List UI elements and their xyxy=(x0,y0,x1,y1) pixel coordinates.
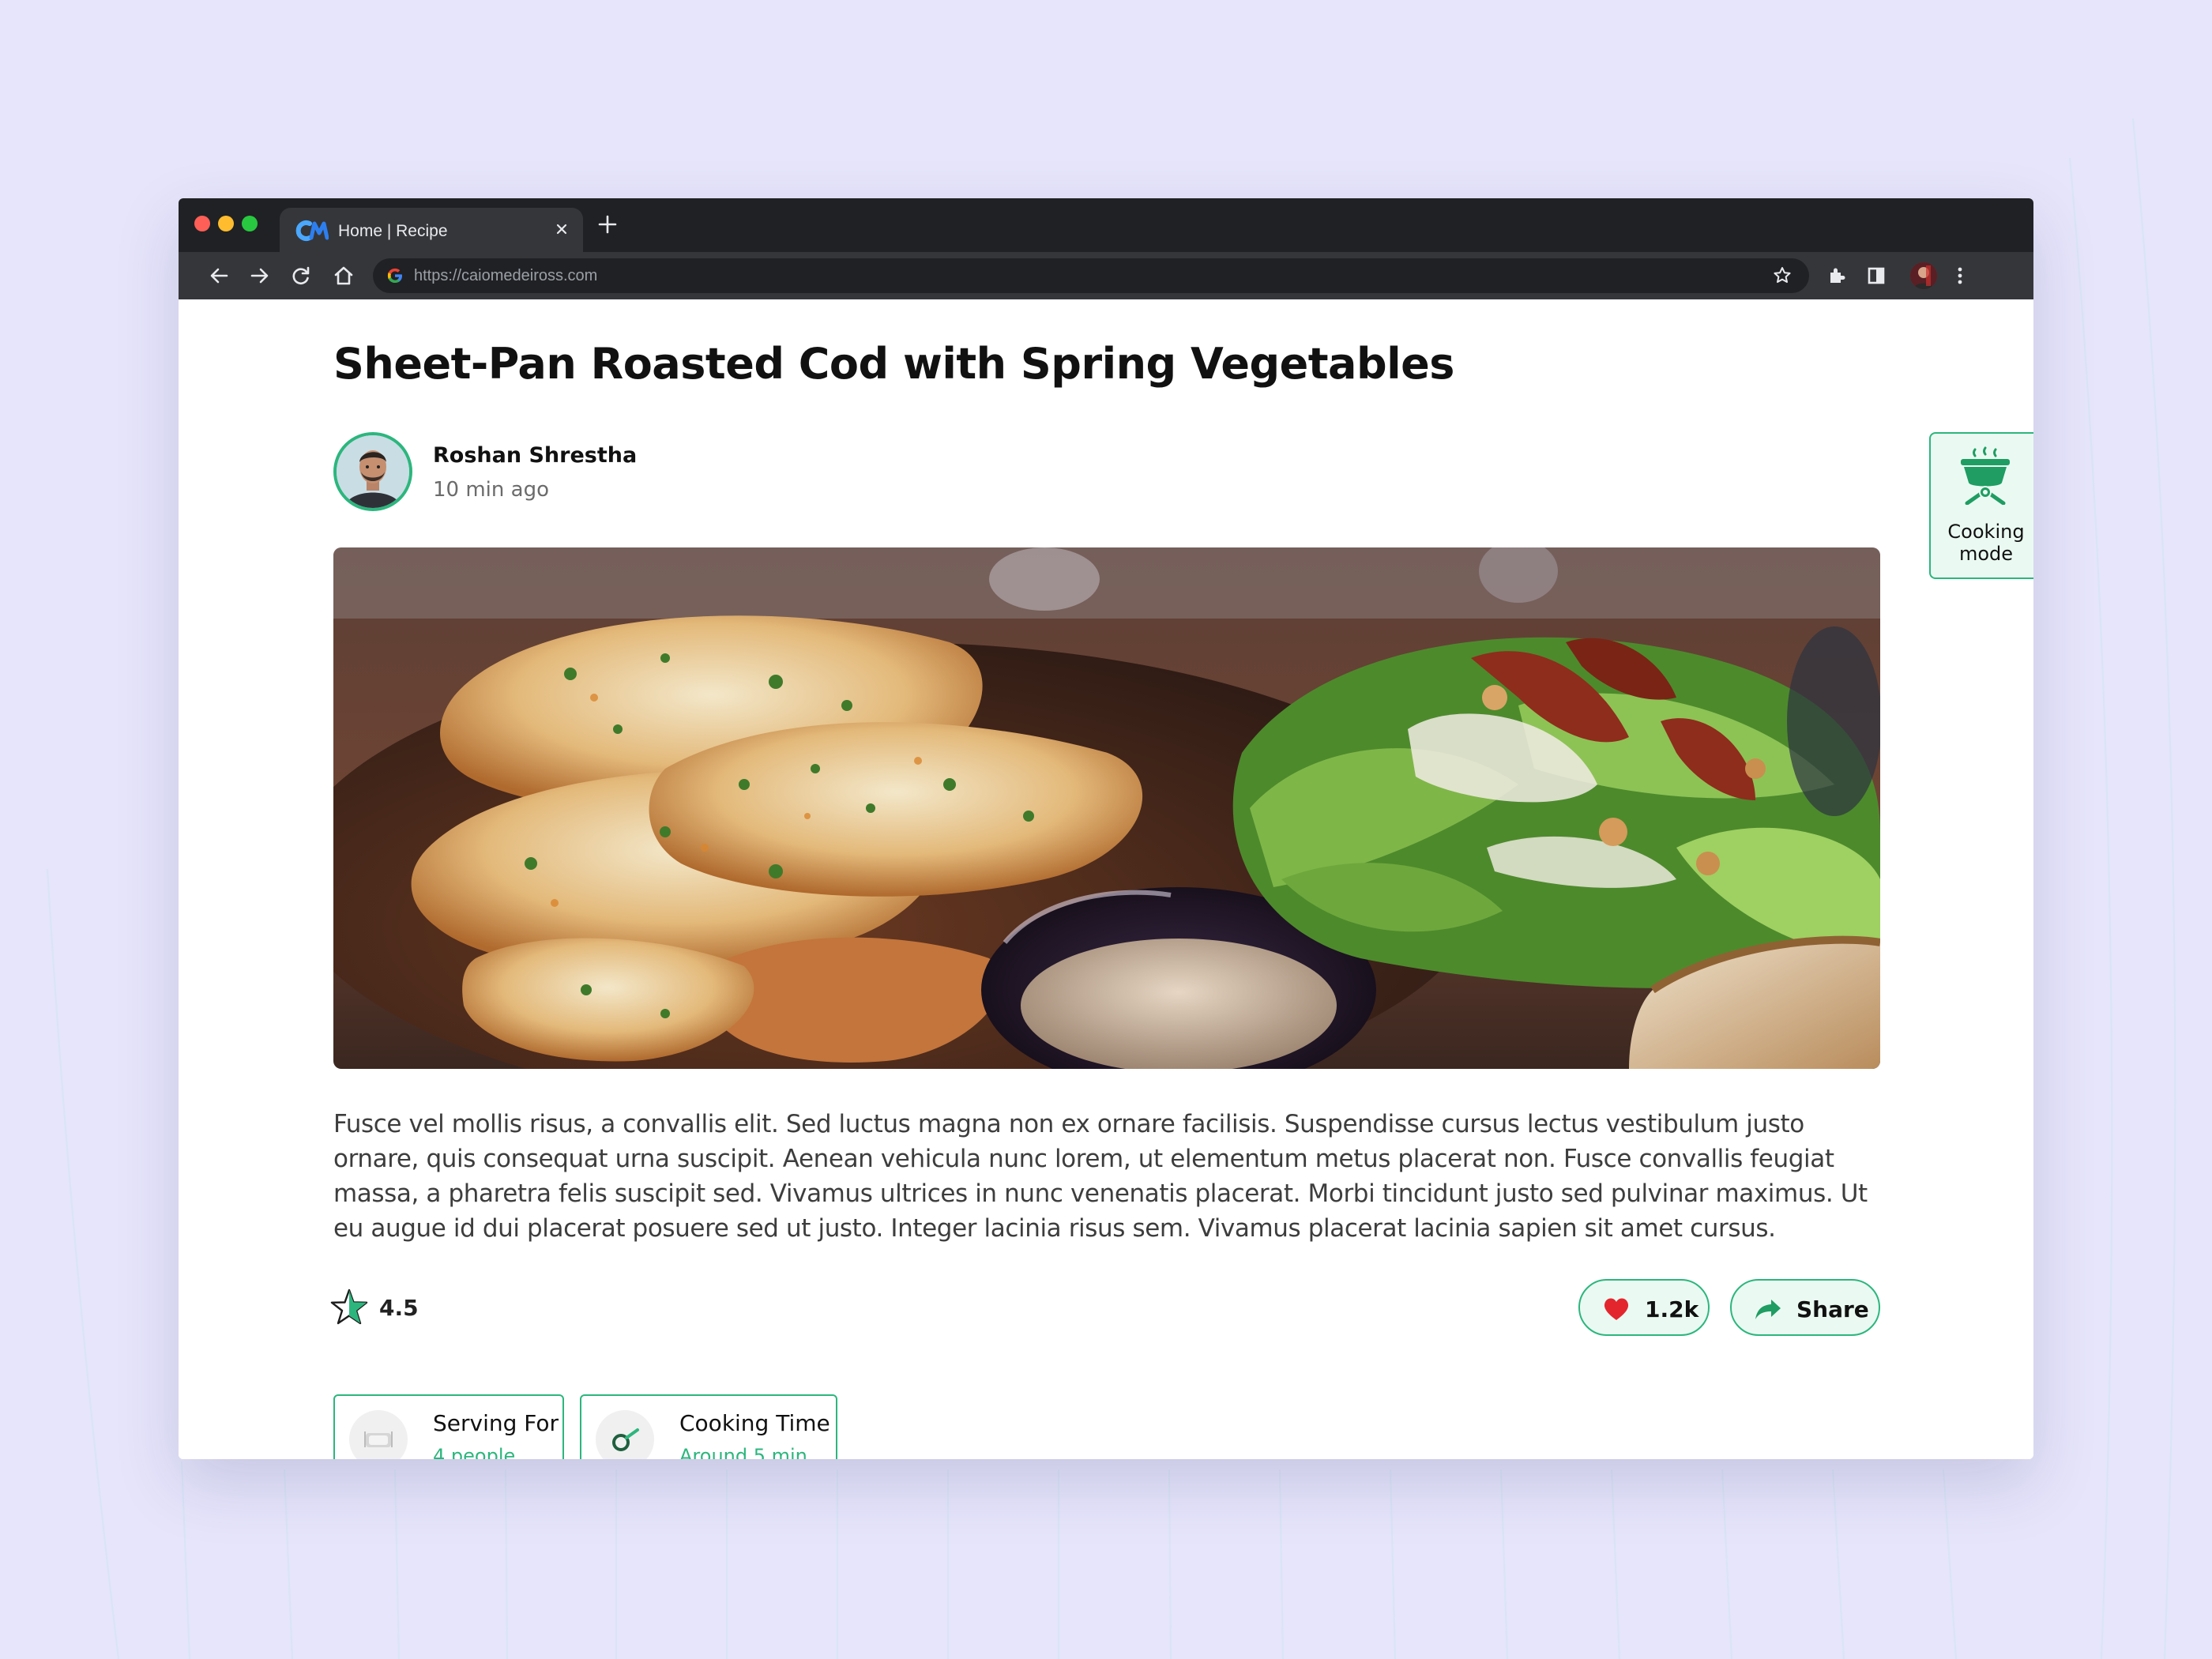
pan-icon xyxy=(612,1428,639,1451)
forward-arrow-icon[interactable] xyxy=(248,264,272,288)
address-bar[interactable]: https://caiomedeiross.com xyxy=(373,258,1809,293)
tab-bar: Home | Recipe xyxy=(179,198,2033,254)
share-button[interactable]: Share xyxy=(1730,1279,1880,1336)
extensions-icon[interactable] xyxy=(1825,264,1849,288)
share-label: Share xyxy=(1796,1296,1869,1322)
author-avatar[interactable] xyxy=(333,432,412,511)
kebab-menu-icon[interactable] xyxy=(1948,264,1972,288)
browser-window: Home | Recipe https://caiomedeiross.com … xyxy=(179,198,2033,1459)
cooking-time-card: Cooking Time Around 5 min xyxy=(580,1394,837,1459)
cooking-mode-button[interactable]: Cooking mode xyxy=(1929,432,2033,579)
maximize-window-button[interactable] xyxy=(242,216,258,231)
serving-value: 4 people xyxy=(433,1445,516,1459)
like-count: 1.2k xyxy=(1645,1296,1699,1322)
cooking-time-label: Cooking Time xyxy=(679,1410,830,1436)
close-icon[interactable] xyxy=(553,220,570,238)
google-icon xyxy=(387,268,402,283)
profile-avatar[interactable] xyxy=(1910,262,1937,289)
recipe-hero-image xyxy=(333,547,1880,1069)
plate-icon xyxy=(364,1431,393,1447)
site-logo-icon xyxy=(295,220,329,241)
tab-home-recipe[interactable]: Home | Recipe xyxy=(280,208,583,254)
cooking-pot-icon xyxy=(1961,446,2010,505)
posted-time: 10 min ago xyxy=(433,478,549,502)
tab-title: Home | Recipe xyxy=(338,222,448,240)
reload-icon[interactable] xyxy=(289,264,313,288)
heart-icon xyxy=(1604,1298,1629,1320)
like-button[interactable]: 1.2k xyxy=(1578,1279,1710,1336)
back-arrow-icon[interactable] xyxy=(207,264,231,288)
plus-icon[interactable] xyxy=(597,214,618,235)
cooking-time-value: Around 5 min xyxy=(679,1445,807,1459)
serving-label: Serving For xyxy=(433,1410,559,1436)
author-name[interactable]: Roshan Shrestha xyxy=(433,443,637,468)
serving-card: Serving For 4 people xyxy=(333,1394,564,1459)
recipe-description: Fusce vel mollis risus, a convallis elit… xyxy=(333,1110,1868,1243)
rating-star-icon xyxy=(330,1288,368,1325)
minimize-window-button[interactable] xyxy=(218,216,234,231)
recipe-title: Sheet-Pan Roasted Cod with Spring Vegeta… xyxy=(333,339,1454,389)
browser-toolbar: https://caiomedeiross.com xyxy=(179,252,2033,299)
recipe-page: Sheet-Pan Roasted Cod with Spring Vegeta… xyxy=(179,299,2033,1459)
rating-value: 4.5 xyxy=(379,1295,419,1321)
url-text: https://caiomedeiross.com xyxy=(414,267,598,284)
bookmark-star-icon[interactable] xyxy=(1771,265,1793,287)
sidebar-icon[interactable] xyxy=(1864,264,1888,288)
share-arrow-icon xyxy=(1755,1300,1781,1319)
cooking-mode-label: Cooking mode xyxy=(1947,521,2025,565)
close-window-button[interactable] xyxy=(194,216,210,231)
home-icon[interactable] xyxy=(332,264,356,288)
